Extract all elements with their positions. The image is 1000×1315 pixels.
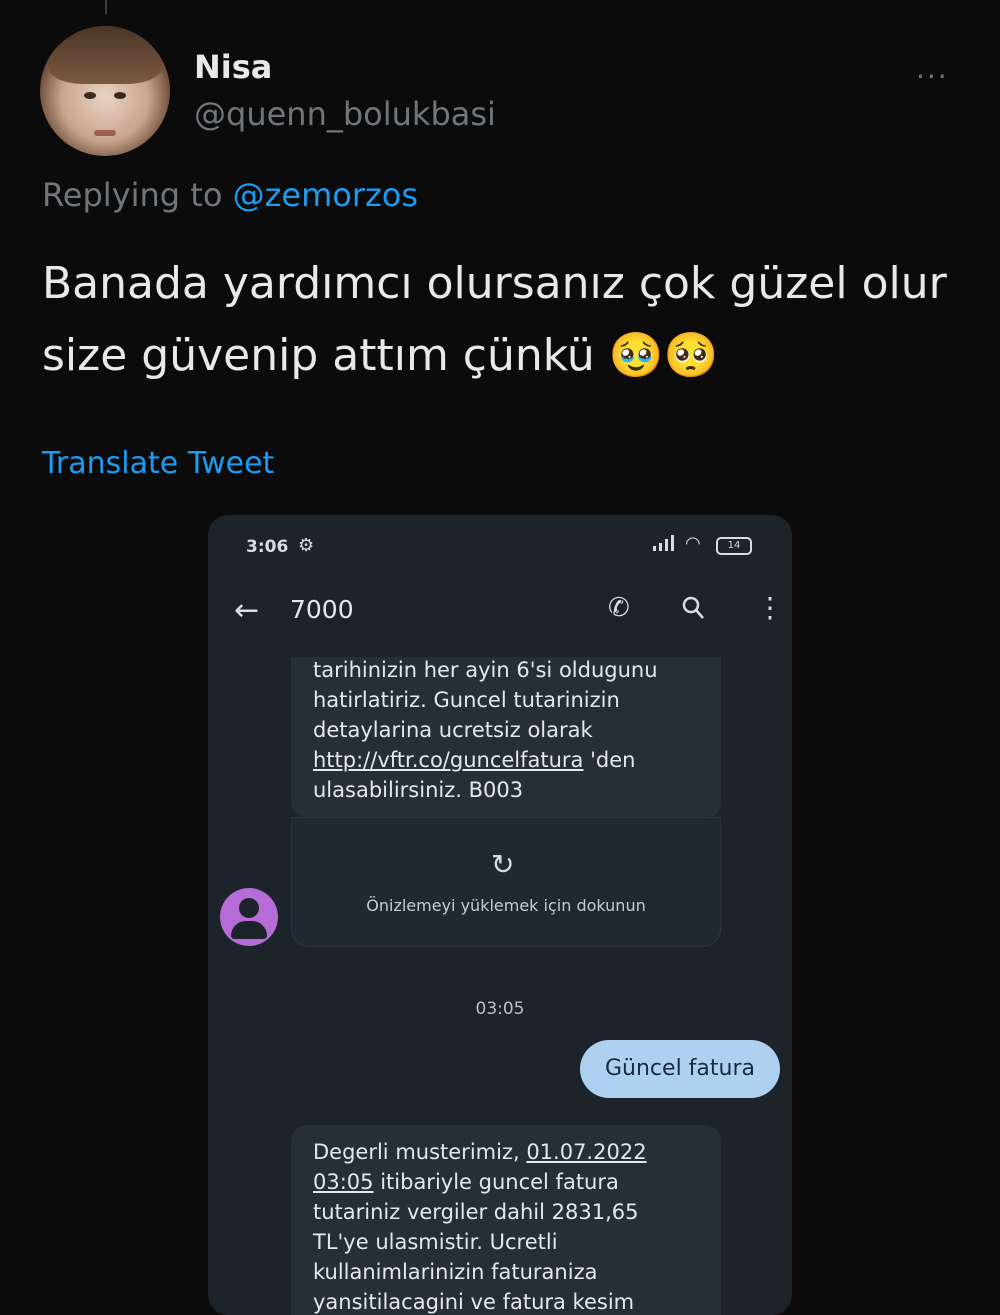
message-text: Degerli musterimiz, bbox=[313, 1140, 527, 1164]
kebab-menu-icon: ⋮ bbox=[756, 591, 784, 624]
incoming-message-top: tarihinizin her ayin 6'si oldugunu hatir… bbox=[291, 657, 721, 817]
mention-link[interactable]: @zemorzos bbox=[233, 176, 418, 214]
contact-name: 7000 bbox=[290, 595, 354, 624]
avatar-hair bbox=[48, 26, 162, 84]
message-line: ulasabilirsiniz. B003 bbox=[313, 778, 524, 802]
message-text: itibariyle guncel fatura bbox=[373, 1170, 619, 1194]
message-line: yansitilacagini ve fatura kesim bbox=[313, 1290, 635, 1314]
message-time: 03:05 bbox=[313, 1170, 374, 1194]
message-line: kullanimlarinizin faturaniza bbox=[313, 1260, 598, 1284]
settings-gear-icon: ⚙ bbox=[298, 535, 315, 556]
person-head bbox=[239, 898, 259, 918]
more-options-icon[interactable]: ··· bbox=[916, 60, 949, 93]
tweet-text: Banada yardımcı olursanız çok güzel olur… bbox=[42, 258, 947, 381]
translate-tweet-link[interactable]: Translate Tweet bbox=[42, 446, 274, 481]
display-name[interactable]: Nisa bbox=[194, 48, 272, 86]
message-timestamp: 03:05 bbox=[475, 999, 525, 1019]
attached-screenshot[interactable]: 3:06 ⚙ ◠ 14 ← 7000 ✆ ⋮ tarihinizin her a… bbox=[208, 515, 792, 1315]
wifi-icon: ◠ bbox=[685, 533, 701, 554]
replying-prefix: Replying to bbox=[42, 176, 223, 214]
person-body bbox=[231, 921, 267, 939]
message-line: TL'ye ulasmistir. Ucretli bbox=[313, 1230, 558, 1254]
avatar[interactable] bbox=[40, 26, 170, 156]
message-line: detaylarina ucretsiz olarak bbox=[313, 718, 593, 742]
message-line-suffix: 'den bbox=[583, 748, 636, 772]
message-line: tutariniz vergiler dahil 2831,65 bbox=[313, 1200, 639, 1224]
preview-label: Önizlemeyi yüklemek için dokunun bbox=[366, 896, 646, 915]
thread-line bbox=[105, 0, 107, 14]
battery-icon: 14 bbox=[716, 537, 752, 555]
message-link: http://vftr.co/guncelfatura bbox=[313, 748, 584, 772]
message-line: hatirlatiriz. Guncel tutarinizin bbox=[313, 688, 620, 712]
message-line: tarihinizin her ayin 6'si oldugunu bbox=[313, 658, 658, 682]
avatar-eye-right bbox=[114, 92, 126, 99]
search-icon bbox=[682, 596, 704, 619]
status-time: 3:06 bbox=[246, 537, 289, 557]
back-arrow-icon: ← bbox=[234, 593, 260, 628]
sender-avatar-icon bbox=[220, 888, 278, 946]
message-line: 03:05 itibariyle guncel fatura bbox=[313, 1167, 699, 1197]
message-line: Degerli musterimiz, 01.07.2022 bbox=[313, 1137, 699, 1167]
replying-to: Replying to @zemorzos bbox=[42, 176, 418, 214]
message-line: http://vftr.co/guncelfatura 'den bbox=[313, 745, 699, 775]
phone-icon: ✆ bbox=[608, 593, 630, 623]
message-date: 01.07.2022 bbox=[526, 1140, 647, 1164]
signal-icon bbox=[653, 535, 674, 551]
avatar-eye-left bbox=[84, 92, 96, 99]
avatar-mouth bbox=[94, 130, 116, 136]
user-handle[interactable]: @quenn_bolukbasi bbox=[194, 95, 496, 133]
incoming-message-bottom: Degerli musterimiz, 01.07.2022 03:05 iti… bbox=[291, 1125, 721, 1315]
reload-icon: ↻ bbox=[491, 848, 515, 881]
link-preview: ↻ Önizlemeyi yüklemek için dokunun bbox=[291, 817, 721, 947]
outgoing-message: Güncel fatura bbox=[580, 1040, 780, 1098]
